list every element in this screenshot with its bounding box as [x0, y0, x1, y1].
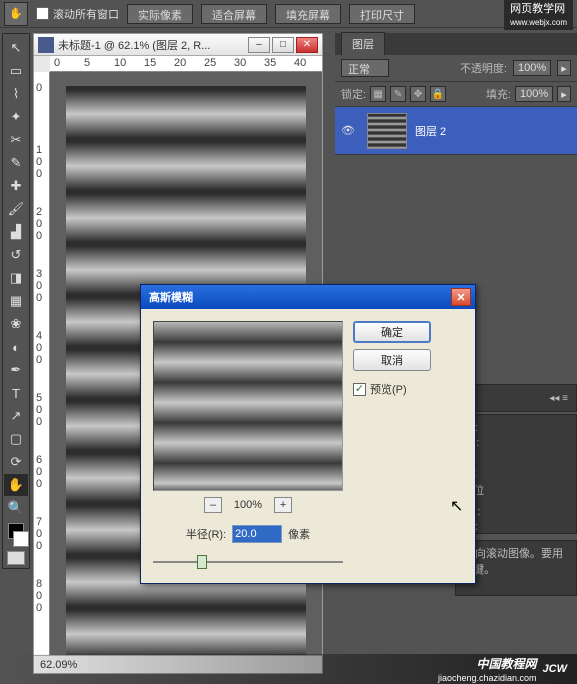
lock-label: 锁定:	[341, 86, 366, 102]
eraser-tool-icon[interactable]: ◨	[4, 267, 28, 289]
ps-doc-icon	[38, 37, 54, 53]
radius-input[interactable]	[232, 525, 282, 543]
shape-tool-icon[interactable]: ▢	[4, 428, 28, 450]
radius-unit: 像素	[288, 526, 310, 542]
layers-blend-row: 正常 不透明度: 100% ▸	[335, 55, 577, 82]
opacity-label: 不透明度:	[460, 60, 507, 76]
layers-lock-row: 锁定: ▦ ✎ ✥ 🔒 填充: 100% ▸	[335, 82, 577, 107]
eyedropper-tool-icon[interactable]: ✎	[4, 152, 28, 174]
watermark-url: jiaocheng.chazidian.com	[438, 673, 537, 683]
dialog-title-bar[interactable]: 高斯模糊 ✕	[141, 285, 475, 309]
actual-pixels-button[interactable]: 实际像素	[127, 4, 193, 24]
zoom-out-button[interactable]: –	[204, 497, 222, 513]
document-title-bar[interactable]: 未标题-1 @ 62.1% (图层 2, R... – □ ✕	[34, 34, 322, 56]
fill-value[interactable]: 100%	[515, 86, 553, 102]
layer-row[interactable]: 👁 图层 2	[335, 107, 577, 155]
pen-tool-icon[interactable]: ✒	[4, 359, 28, 381]
layer-list: 👁 图层 2	[335, 107, 577, 237]
ruler-vertical: 0 1 0 0 2 0 0 3 0 0 4 0 0 5 0 0 6 0 0 7 …	[34, 72, 50, 655]
radius-slider[interactable]	[153, 553, 343, 571]
type-tool-icon[interactable]: T	[4, 382, 28, 404]
hand-tool[interactable]: ✋	[4, 474, 28, 496]
layers-tab-row: 图层	[335, 33, 577, 55]
site-url: www.webjx.com	[510, 18, 567, 27]
3d-tool-icon[interactable]: ⟳	[4, 451, 28, 473]
ok-button[interactable]: 确定	[353, 321, 431, 343]
healing-tool-icon[interactable]: ✚	[4, 175, 28, 197]
zoom-value: 100%	[234, 499, 262, 511]
maximize-button[interactable]: □	[272, 37, 294, 53]
blend-mode-dropdown[interactable]: 正常	[341, 59, 389, 77]
stamp-tool-icon[interactable]: ▟	[4, 221, 28, 243]
move-tool-icon[interactable]: ↖	[4, 37, 28, 59]
lock-position-icon[interactable]: ✥	[410, 86, 426, 102]
toolbox: ↖ ▭ ⌇ ✦ ✂ ✎ ✚ 🖌 ▟ ↺ ◨ ▦ ❀ ◐ ✒ T ↗ ▢ ⟳ ✋ …	[2, 33, 30, 569]
info-h: H :	[464, 521, 568, 533]
watermark: 中国教程网 jiaocheng.chazidian.com JCW	[0, 654, 577, 684]
print-size-button[interactable]: 打印尺寸	[349, 4, 415, 24]
visibility-eye-icon[interactable]: 👁	[341, 124, 359, 137]
fit-screen-button[interactable]: 适合屏幕	[201, 4, 267, 24]
info-m: M :	[464, 437, 568, 449]
minimize-button[interactable]: –	[248, 37, 270, 53]
blur-tool-icon[interactable]: ❀	[4, 313, 28, 335]
options-bar: ✋ 滚动所有窗口 实际像素 适合屏幕 填充屏幕 打印尺寸 网页教学网 www.w…	[0, 0, 577, 28]
close-button[interactable]: ✕	[296, 37, 318, 53]
lock-transparent-icon[interactable]: ▦	[370, 86, 386, 102]
gaussian-blur-dialog: 高斯模糊 ✕ – 100% + 半径(R): 像素 确定 取消	[140, 284, 476, 584]
fill-label: 填充:	[486, 86, 511, 102]
tab-layers[interactable]: 图层	[341, 32, 385, 55]
hand-tool-icon[interactable]: ✋	[4, 2, 28, 26]
gradient-tool-icon[interactable]: ▦	[4, 290, 28, 312]
checkbox-icon[interactable]	[36, 7, 49, 20]
site-label: 网页教学网	[510, 3, 565, 15]
info-k: K :	[464, 467, 568, 479]
info-w: W :	[464, 506, 568, 518]
scroll-all-checkbox[interactable]: 滚动所有窗口	[36, 6, 119, 22]
crop-tool-icon[interactable]: ✂	[4, 129, 28, 151]
info-bits: 8 位	[464, 482, 568, 498]
dialog-close-button[interactable]: ✕	[451, 288, 471, 306]
watermark-cn: 中国教程网	[438, 655, 537, 672]
fill-screen-button[interactable]: 填充屏幕	[275, 4, 341, 24]
opacity-arrow-icon[interactable]: ▸	[557, 60, 571, 76]
marquee-tool-icon[interactable]: ▭	[4, 60, 28, 82]
dodge-tool-icon[interactable]: ◐	[4, 336, 28, 358]
scroll-all-label: 滚动所有窗口	[53, 6, 119, 22]
checkbox-checked-icon[interactable]: ✓	[353, 383, 366, 396]
background-swatch[interactable]	[13, 531, 29, 547]
brush-tool-icon[interactable]: 🖌	[4, 198, 28, 220]
lock-all-icon[interactable]: 🔒	[430, 86, 446, 102]
lasso-tool-icon[interactable]: ⌇	[4, 83, 28, 105]
magic-wand-tool-icon[interactable]: ✦	[4, 106, 28, 128]
fill-arrow-icon[interactable]: ▸	[557, 86, 571, 102]
zoom-tool-icon[interactable]: 🔍	[4, 497, 28, 519]
document-title: 未标题-1 @ 62.1% (图层 2, R...	[58, 37, 244, 53]
nav-hint-text: 方向滚动图像。要用 rl 键。	[464, 545, 568, 577]
preview-checkbox[interactable]: ✓ 预览(P)	[353, 381, 407, 397]
dialog-title: 高斯模糊	[149, 289, 193, 305]
preview-label: 预览(P)	[370, 381, 407, 397]
info-y: Y :	[464, 452, 568, 464]
info-c: C :	[464, 422, 568, 434]
filter-preview[interactable]	[153, 321, 343, 491]
radius-label: 半径(R):	[186, 526, 226, 542]
ruler-horizontal: 0 5 10 15 20 25 30 35 40	[50, 56, 322, 72]
cancel-button[interactable]: 取消	[353, 349, 431, 371]
path-tool-icon[interactable]: ↗	[4, 405, 28, 427]
quick-mask-icon[interactable]	[7, 551, 25, 565]
slider-thumb-icon[interactable]	[197, 555, 207, 569]
lock-pixels-icon[interactable]: ✎	[390, 86, 406, 102]
site-badge: 网页教学网 www.webjx.com	[504, 0, 573, 30]
history-brush-tool-icon[interactable]: ↺	[4, 244, 28, 266]
watermark-logo: JCW	[543, 663, 567, 675]
zoom-in-button[interactable]: +	[274, 497, 292, 513]
opacity-value[interactable]: 100%	[513, 60, 551, 76]
layer-thumbnail[interactable]	[367, 113, 407, 149]
layer-name[interactable]: 图层 2	[415, 123, 446, 139]
